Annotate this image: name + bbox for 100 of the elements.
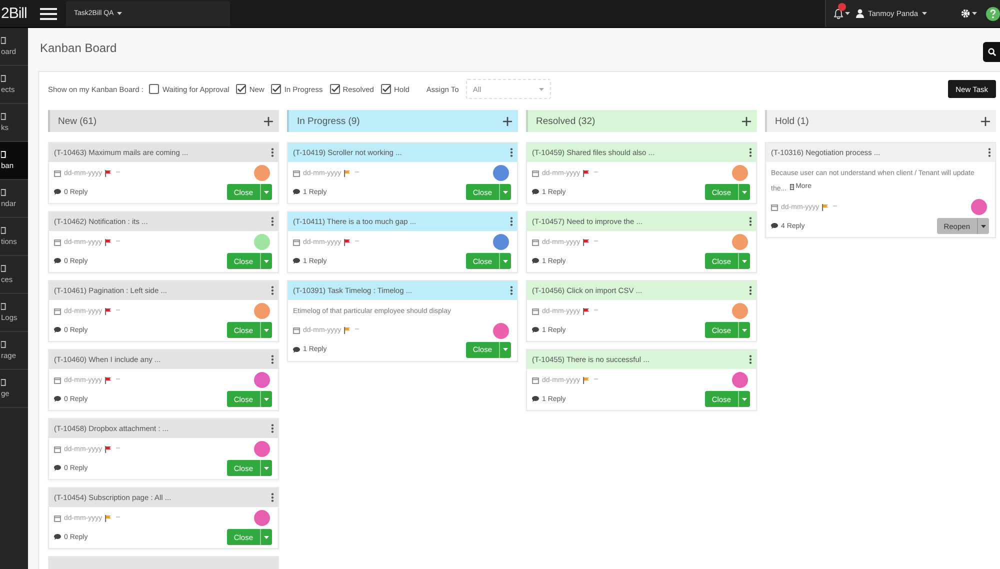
calendar-icon bbox=[54, 446, 61, 452]
dash-icon bbox=[594, 240, 598, 242]
checkbox[interactable] bbox=[149, 84, 160, 94]
nav-icon bbox=[1, 379, 6, 386]
kebab-menu-icon[interactable] bbox=[749, 355, 752, 364]
comment-icon bbox=[54, 189, 61, 195]
nav-icon bbox=[1, 75, 6, 82]
settings-icon bbox=[961, 9, 970, 18]
caret-icon bbox=[538, 88, 544, 90]
nav-icon bbox=[1, 113, 6, 120]
kebab-menu-icon[interactable] bbox=[749, 217, 752, 226]
calendar-icon bbox=[54, 376, 61, 384]
calendar-icon bbox=[532, 238, 539, 246]
kebab-menu-icon[interactable] bbox=[271, 286, 274, 295]
help-icon[interactable] bbox=[986, 6, 1000, 20]
plus-icon[interactable] bbox=[264, 116, 273, 126]
checkbox[interactable] bbox=[271, 84, 282, 94]
badge-icon bbox=[838, 2, 846, 10]
checkbox[interactable] bbox=[380, 84, 391, 94]
comment-icon bbox=[54, 327, 61, 333]
menu-icon bbox=[40, 8, 57, 20]
caret-icon bbox=[503, 190, 508, 194]
column-title: Hold (1) bbox=[775, 116, 809, 126]
plus-icon[interactable] bbox=[742, 116, 751, 126]
comment-icon bbox=[771, 223, 778, 230]
checkbox[interactable] bbox=[330, 84, 340, 94]
calendar-icon bbox=[54, 238, 61, 246]
calendar-icon bbox=[293, 170, 300, 176]
caret-icon bbox=[116, 12, 122, 15]
calendar-icon bbox=[771, 204, 778, 211]
calendar-icon bbox=[532, 170, 539, 176]
comment-icon bbox=[293, 189, 300, 195]
dash-icon bbox=[116, 170, 120, 172]
comment-icon bbox=[532, 258, 539, 264]
kebab-menu-icon[interactable] bbox=[988, 148, 991, 157]
caret-icon bbox=[264, 398, 269, 400]
dash-icon bbox=[116, 378, 120, 380]
dash-icon bbox=[833, 204, 838, 207]
caret-icon bbox=[742, 398, 747, 400]
caret-icon bbox=[264, 328, 269, 332]
column-title: In Progress (9) bbox=[297, 116, 360, 126]
page-title: Kanban Board bbox=[40, 40, 117, 54]
nav-icon bbox=[1, 189, 6, 196]
comment-icon bbox=[54, 534, 61, 540]
dash-icon bbox=[116, 308, 120, 310]
dropdown-toggle-button[interactable] bbox=[977, 218, 989, 234]
comment-icon bbox=[293, 346, 300, 353]
column-title: New (61) bbox=[58, 116, 97, 126]
caret-icon bbox=[742, 260, 747, 262]
dash-icon bbox=[355, 170, 360, 172]
caret-icon bbox=[503, 260, 508, 262]
kebab-menu-icon[interactable] bbox=[271, 217, 274, 226]
comment-icon bbox=[532, 189, 539, 195]
calendar-icon bbox=[532, 376, 539, 384]
kebab-menu-icon[interactable] bbox=[271, 148, 274, 157]
kebab-menu-icon[interactable] bbox=[510, 148, 513, 157]
caret-icon bbox=[922, 12, 928, 15]
logo: 2Bill bbox=[0, 5, 28, 22]
calendar-icon bbox=[54, 308, 61, 314]
nav-icon bbox=[1, 227, 6, 234]
calendar-icon bbox=[54, 170, 61, 176]
settings-button[interactable] bbox=[961, 9, 978, 18]
plus-icon[interactable] bbox=[981, 116, 990, 126]
dash-icon bbox=[594, 378, 598, 380]
caret-icon bbox=[264, 190, 269, 194]
kebab-menu-icon[interactable] bbox=[271, 355, 274, 364]
kebab-menu-icon[interactable] bbox=[271, 493, 274, 502]
comment-icon bbox=[293, 258, 300, 264]
kebab-menu-icon[interactable] bbox=[749, 148, 752, 157]
dash-icon bbox=[116, 516, 120, 518]
calendar-icon bbox=[54, 514, 61, 522]
plus-icon[interactable] bbox=[503, 116, 512, 126]
checkbox[interactable] bbox=[236, 84, 246, 94]
caret-icon bbox=[845, 12, 850, 15]
caret-icon bbox=[264, 466, 269, 470]
nav-icon bbox=[1, 265, 6, 272]
dash-icon bbox=[594, 170, 598, 172]
caret-icon bbox=[742, 328, 747, 332]
comment-icon bbox=[532, 327, 539, 333]
menu-button[interactable] bbox=[40, 8, 57, 20]
caret-icon bbox=[264, 536, 269, 538]
bell-icon[interactable] bbox=[834, 8, 843, 18]
kebab-menu-icon[interactable] bbox=[749, 286, 752, 295]
nav-icon bbox=[1, 341, 6, 348]
comment-icon bbox=[54, 258, 61, 264]
dash-icon bbox=[116, 240, 120, 242]
comment-icon bbox=[532, 396, 539, 402]
kebab-menu-icon[interactable] bbox=[510, 286, 513, 295]
caret-icon bbox=[742, 190, 747, 194]
caret-icon bbox=[264, 260, 269, 262]
kebab-menu-icon[interactable] bbox=[510, 217, 513, 226]
search-button[interactable] bbox=[983, 42, 1000, 62]
comment-icon bbox=[54, 396, 61, 402]
caret-icon bbox=[981, 224, 986, 228]
nav-icon bbox=[1, 303, 6, 310]
kebab-menu-icon[interactable] bbox=[271, 424, 274, 433]
dash-icon bbox=[594, 308, 598, 310]
dash-icon bbox=[355, 240, 360, 242]
search-icon bbox=[988, 48, 996, 56]
calendar-icon bbox=[293, 238, 300, 246]
